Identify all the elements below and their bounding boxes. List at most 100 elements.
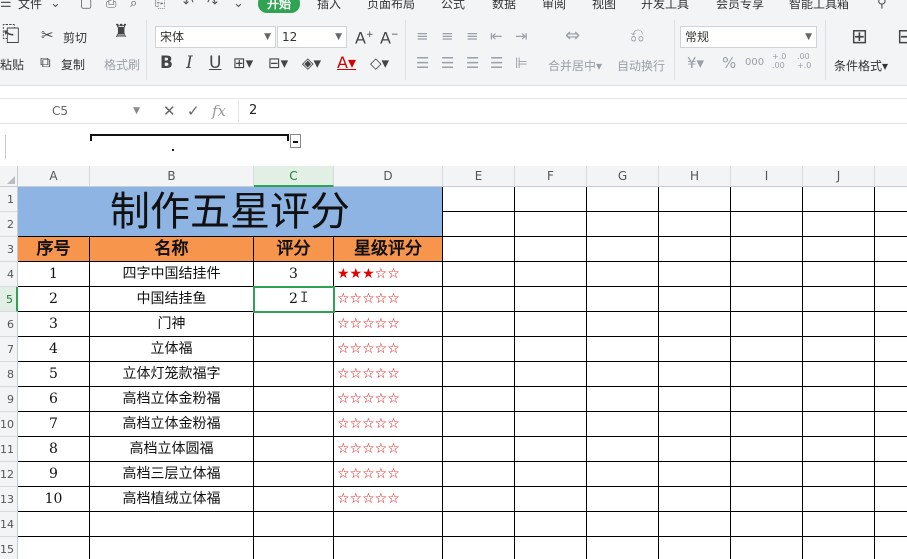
row-header-2[interactable]: 2 [0, 212, 18, 237]
grid-cell[interactable] [443, 437, 515, 462]
align-middle-icon[interactable]: ≡ [441, 28, 454, 44]
align-center-icon[interactable]: ☰ [441, 55, 454, 71]
border-icon[interactable]: ⊞▾ [233, 55, 253, 71]
table-row-name-cell[interactable]: 立体灯笼款福字 [90, 362, 254, 387]
save-icon[interactable]: ▢ [80, 0, 92, 11]
grid-cell[interactable] [443, 487, 515, 512]
grid-cell[interactable] [515, 287, 587, 312]
grid-cell[interactable] [659, 262, 731, 287]
menu-file[interactable]: 文件 [18, 0, 42, 12]
grid-cell[interactable] [731, 212, 803, 237]
wrap-text-button[interactable]: 自动换行 [617, 57, 665, 74]
select-all-corner[interactable] [0, 166, 18, 187]
grid-cell[interactable] [803, 487, 875, 512]
table-row-stars-cell[interactable]: ☆☆☆☆☆ [334, 462, 443, 487]
paste-button[interactable]: 粘贴 [0, 56, 24, 73]
grid-cell[interactable] [875, 337, 907, 362]
table-row-number-cell[interactable]: 9 [18, 462, 90, 487]
sheet-title-cell[interactable]: 制作五星评分 [18, 187, 443, 237]
grid-cell[interactable] [803, 312, 875, 337]
grid-cell[interactable] [875, 387, 907, 412]
tab-page-layout[interactable]: 页面布局 [367, 0, 415, 12]
table-row-stars-cell[interactable]: ☆☆☆☆☆ [334, 287, 443, 312]
grid-cell[interactable] [254, 512, 334, 537]
row-header-13[interactable]: 13 [0, 487, 18, 512]
grid-cell[interactable] [515, 512, 587, 537]
format-painter-icon[interactable]: ♜ [113, 23, 129, 41]
table-row-number-cell[interactable]: 10 [18, 487, 90, 512]
column-header-h[interactable]: H [659, 166, 731, 187]
grid-cell[interactable] [659, 312, 731, 337]
number-format-select[interactable]: 常规 ▼ [680, 26, 817, 48]
table-row-stars-cell[interactable]: ☆☆☆☆☆ [334, 412, 443, 437]
cut-icon[interactable]: ✂ [41, 27, 54, 43]
resize-handle[interactable] [290, 134, 301, 148]
grid-cell[interactable] [731, 462, 803, 487]
preview-icon[interactable]: ⌕ [130, 0, 137, 11]
print-icon[interactable]: ⎙ [106, 0, 116, 11]
grid-cell[interactable] [731, 362, 803, 387]
grid-cell[interactable] [803, 387, 875, 412]
grid-cell[interactable] [803, 362, 875, 387]
grid-cell[interactable] [659, 337, 731, 362]
italic-icon[interactable]: I [186, 55, 193, 72]
distributed-icon[interactable]: ⊫ [515, 55, 528, 71]
grid-cell[interactable] [803, 337, 875, 362]
cut-button[interactable]: 剪切 [63, 29, 87, 46]
grid-cell[interactable] [803, 187, 875, 212]
grid-cell[interactable] [875, 437, 907, 462]
currency-icon[interactable]: ¥▾ [687, 55, 704, 71]
grid-cell[interactable] [18, 512, 90, 537]
spreadsheet-grid[interactable]: A B C D E F G H I J 1 2 3 4 5 6 7 8 9 10 11 12 13 14 15 制作五星评分 序号名… [0, 166, 907, 559]
column-header-g[interactable]: G [587, 166, 659, 187]
paste-icon[interactable]: ⎗ [2, 24, 20, 46]
table-header-cell[interactable]: 星级评分 [334, 237, 443, 262]
column-header-e[interactable]: E [443, 166, 515, 187]
row-header-15[interactable]: 15 [0, 537, 18, 559]
table-row-score-cell[interactable] [254, 387, 334, 412]
tab-view[interactable]: 视图 [592, 0, 616, 12]
grid-cell[interactable] [587, 287, 659, 312]
grid-cell[interactable] [515, 462, 587, 487]
grid-cell[interactable] [803, 237, 875, 262]
grid-cell[interactable] [875, 412, 907, 437]
table-row-stars-cell[interactable]: ☆☆☆☆☆ [334, 487, 443, 512]
grid-cell[interactable] [659, 437, 731, 462]
align-bottom-icon[interactable]: ≡ [466, 28, 479, 44]
grid-cell[interactable] [515, 537, 587, 559]
grid-cell[interactable] [659, 187, 731, 212]
name-box[interactable]: C5 ▼ [18, 101, 140, 122]
grid-cell[interactable] [803, 462, 875, 487]
tab-formulas[interactable]: 公式 [441, 0, 465, 12]
table-row-score-cell[interactable]: 3 [254, 262, 334, 287]
grid-cell[interactable] [731, 312, 803, 337]
grid-cell[interactable] [659, 387, 731, 412]
grid-cell[interactable] [334, 537, 443, 559]
table-header-cell[interactable]: 评分 [254, 237, 334, 262]
grid-cell[interactable] [875, 187, 907, 212]
quick-access-more-icon[interactable]: ⌄ [233, 0, 244, 11]
row-header-3[interactable]: 3 [0, 237, 18, 262]
clear-format-icon[interactable]: ◇▾ [370, 55, 389, 71]
tab-insert[interactable]: 插入 [317, 0, 341, 12]
grid-cell[interactable] [659, 412, 731, 437]
row-header-8[interactable]: 8 [0, 362, 18, 387]
grid-cell[interactable] [875, 212, 907, 237]
grid-cell[interactable] [515, 212, 587, 237]
grid-cell[interactable] [659, 537, 731, 559]
grid-cell[interactable] [731, 437, 803, 462]
fx-icon[interactable]: fx [212, 102, 226, 120]
conditional-format-icon[interactable]: ⊞ [851, 26, 868, 46]
table-row-score-cell[interactable] [254, 487, 334, 512]
export-icon[interactable]: ⎘ [155, 0, 165, 11]
tab-smart-tools[interactable]: 智能工具箱 [789, 0, 849, 12]
undo-icon[interactable]: ↶ [183, 0, 194, 11]
column-header-j[interactable]: J [803, 166, 875, 187]
grid-cell[interactable] [587, 437, 659, 462]
table-row-number-cell[interactable]: 8 [18, 437, 90, 462]
row-header-6[interactable]: 6 [0, 312, 18, 337]
grid-cell[interactable] [515, 387, 587, 412]
align-right-icon[interactable]: ☰ [466, 55, 479, 71]
grid-cell[interactable] [587, 237, 659, 262]
justify-icon[interactable]: ☰ [490, 55, 503, 71]
